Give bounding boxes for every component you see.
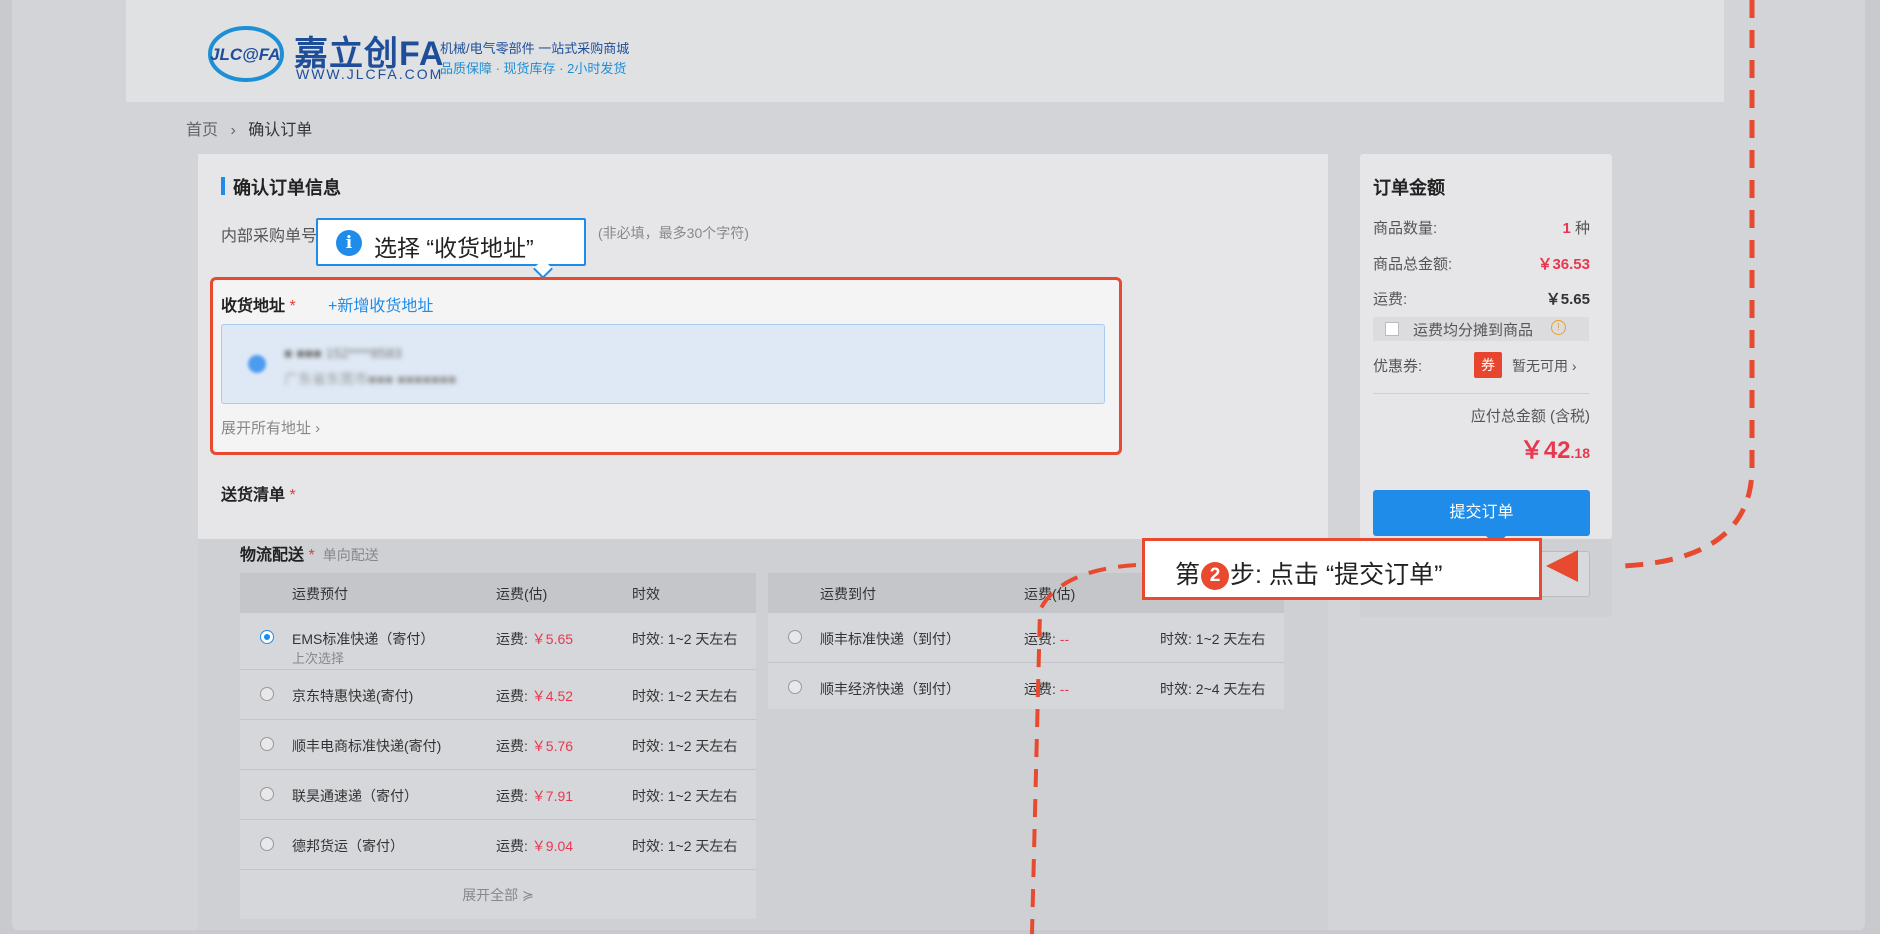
arrow-head-icon bbox=[1546, 550, 1578, 582]
annotation-arrows bbox=[1030, 0, 1755, 934]
dashed-arrow-path bbox=[1621, 0, 1755, 569]
dashed-connector bbox=[1030, 563, 1137, 934]
